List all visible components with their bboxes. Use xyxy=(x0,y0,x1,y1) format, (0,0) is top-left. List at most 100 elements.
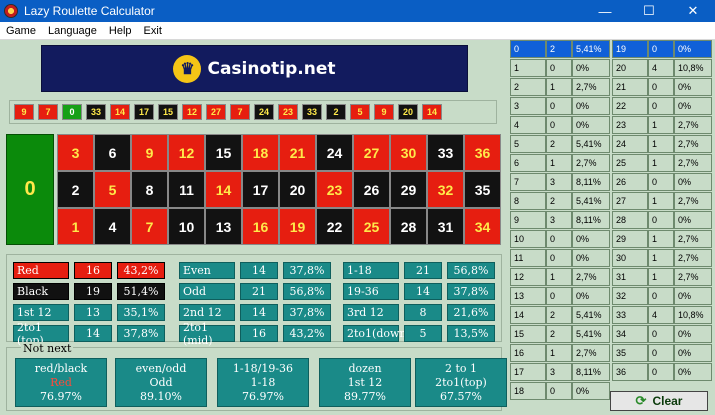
frequency-row[interactable]: 20 4 10,8% xyxy=(612,59,712,77)
frequency-row[interactable]: 25 1 2,7% xyxy=(612,154,712,172)
number-cell-30[interactable]: 30 xyxy=(390,134,427,171)
number-cell-27[interactable]: 27 xyxy=(353,134,390,171)
number-cell-7[interactable]: 7 xyxy=(131,208,168,245)
number-cell-9[interactable]: 9 xyxy=(131,134,168,171)
frequency-row[interactable]: 11 0 0% xyxy=(510,249,610,267)
number-cell-26[interactable]: 26 xyxy=(353,171,390,208)
number-cell-6[interactable]: 6 xyxy=(94,134,131,171)
number-cell-29[interactable]: 29 xyxy=(390,171,427,208)
frequency-percent: 2,7% xyxy=(674,230,712,248)
frequency-row[interactable]: 2 1 2,7% xyxy=(510,78,610,96)
frequency-row[interactable]: 10 0 0% xyxy=(510,230,610,248)
menu-help[interactable]: Help xyxy=(103,25,138,37)
number-cell-36[interactable]: 36 xyxy=(464,134,501,171)
menu-exit[interactable]: Exit xyxy=(138,25,168,37)
frequency-row[interactable]: 33 4 10,8% xyxy=(612,306,712,324)
number-cell-16[interactable]: 16 xyxy=(242,208,279,245)
frequency-row[interactable]: 23 1 2,7% xyxy=(612,116,712,134)
frequency-row[interactable]: 18 0 0% xyxy=(510,382,610,400)
number-cell-22[interactable]: 22 xyxy=(316,208,353,245)
frequency-row[interactable]: 36 0 0% xyxy=(612,363,712,381)
frequency-number: 4 xyxy=(510,116,546,134)
clear-button[interactable]: ⟳ Clear xyxy=(610,391,708,411)
number-cell-12[interactable]: 12 xyxy=(168,134,205,171)
frequency-row[interactable]: 17 3 8,11% xyxy=(510,363,610,381)
number-cell-10[interactable]: 10 xyxy=(168,208,205,245)
frequency-row[interactable]: 34 0 0% xyxy=(612,325,712,343)
number-cell-1[interactable]: 1 xyxy=(57,208,94,245)
number-cell-33[interactable]: 33 xyxy=(427,134,464,171)
spin-history: 9 7 0 33 14 17 15 12 27 7 24 23 33 2 5 9 20 14 xyxy=(9,100,497,124)
frequency-row[interactable]: 4 0 0% xyxy=(510,116,610,134)
number-cell-20[interactable]: 20 xyxy=(279,171,316,208)
number-cell-21[interactable]: 21 xyxy=(279,134,316,171)
frequency-count: 3 xyxy=(546,363,572,381)
frequency-row[interactable]: 12 1 2,7% xyxy=(510,268,610,286)
maximize-button[interactable]: ☐ xyxy=(627,0,671,22)
number-cell-0[interactable]: 0 xyxy=(6,134,54,245)
frequency-row[interactable]: 0 2 5,41% xyxy=(510,40,610,58)
number-cell-2[interactable]: 2 xyxy=(57,171,94,208)
close-button[interactable]: ✕ xyxy=(671,0,715,22)
frequency-row[interactable]: 16 1 2,7% xyxy=(510,344,610,362)
number-cell-32[interactable]: 32 xyxy=(427,171,464,208)
frequency-row[interactable]: 30 1 2,7% xyxy=(612,249,712,267)
history-chip: 24 xyxy=(254,104,274,120)
frequency-row[interactable]: 13 0 0% xyxy=(510,287,610,305)
number-cell-4[interactable]: 4 xyxy=(94,208,131,245)
frequency-row[interactable]: 26 0 0% xyxy=(612,173,712,191)
frequency-row[interactable]: 8 2 5,41% xyxy=(510,192,610,210)
number-cell-15[interactable]: 15 xyxy=(205,134,242,171)
frequency-number: 18 xyxy=(510,382,546,400)
frequency-row[interactable]: 27 1 2,7% xyxy=(612,192,712,210)
frequency-row[interactable]: 35 0 0% xyxy=(612,344,712,362)
frequency-row[interactable]: 3 0 0% xyxy=(510,97,610,115)
casinotip-banner[interactable]: ♛ Casinotip.net xyxy=(41,45,468,92)
frequency-row[interactable]: 14 2 5,41% xyxy=(510,306,610,324)
number-cell-19[interactable]: 19 xyxy=(279,208,316,245)
number-cell-13[interactable]: 13 xyxy=(205,208,242,245)
frequency-row[interactable]: 9 3 8,11% xyxy=(510,211,610,229)
frequency-row[interactable]: 21 0 0% xyxy=(612,78,712,96)
frequency-row[interactable]: 32 0 0% xyxy=(612,287,712,305)
number-cell-17[interactable]: 17 xyxy=(242,171,279,208)
number-cell-14[interactable]: 14 xyxy=(205,171,242,208)
frequency-row[interactable]: 5 2 5,41% xyxy=(510,135,610,153)
frequency-number: 13 xyxy=(510,287,546,305)
stat-count: 8 xyxy=(404,304,442,321)
minimize-button[interactable]: — xyxy=(583,0,627,22)
number-cell-11[interactable]: 11 xyxy=(168,171,205,208)
number-cell-24[interactable]: 24 xyxy=(316,134,353,171)
number-cell-18[interactable]: 18 xyxy=(242,134,279,171)
frequency-row[interactable]: 24 1 2,7% xyxy=(612,135,712,153)
number-cell-3[interactable]: 3 xyxy=(57,134,94,171)
number-label: 34 xyxy=(474,218,491,235)
number-cell-5[interactable]: 5 xyxy=(94,171,131,208)
number-cell-31[interactable]: 31 xyxy=(427,208,464,245)
number-cell-35[interactable]: 35 xyxy=(464,171,501,208)
number-cell-8[interactable]: 8 xyxy=(131,171,168,208)
menu-language[interactable]: Language xyxy=(42,25,103,37)
frequency-row[interactable]: 29 1 2,7% xyxy=(612,230,712,248)
frequency-number: 10 xyxy=(510,230,546,248)
frequency-row[interactable]: 28 0 0% xyxy=(612,211,712,229)
number-cell-28[interactable]: 28 xyxy=(390,208,427,245)
frequency-row[interactable]: 19 0 0% xyxy=(612,40,712,58)
number-cell-23[interactable]: 23 xyxy=(316,171,353,208)
number-cell-34[interactable]: 34 xyxy=(464,208,501,245)
frequency-percent: 0% xyxy=(572,230,610,248)
number-label: 5 xyxy=(108,181,117,198)
frequency-row[interactable]: 1 0 0% xyxy=(510,59,610,77)
number-label: 22 xyxy=(326,218,343,235)
menu-game[interactable]: Game xyxy=(0,25,42,37)
number-cell-25[interactable]: 25 xyxy=(353,208,390,245)
frequency-row[interactable]: 6 1 2,7% xyxy=(510,154,610,172)
frequency-row[interactable]: 22 0 0% xyxy=(612,97,712,115)
number-label: 21 xyxy=(289,144,306,161)
number-label: 35 xyxy=(474,181,491,198)
frequency-row[interactable]: 15 2 5,41% xyxy=(510,325,610,343)
frequency-row[interactable]: 31 1 2,7% xyxy=(612,268,712,286)
frequency-row[interactable]: 7 3 8,11% xyxy=(510,173,610,191)
frequency-count: 1 xyxy=(648,154,674,172)
not-next-value: Odd xyxy=(149,375,173,389)
